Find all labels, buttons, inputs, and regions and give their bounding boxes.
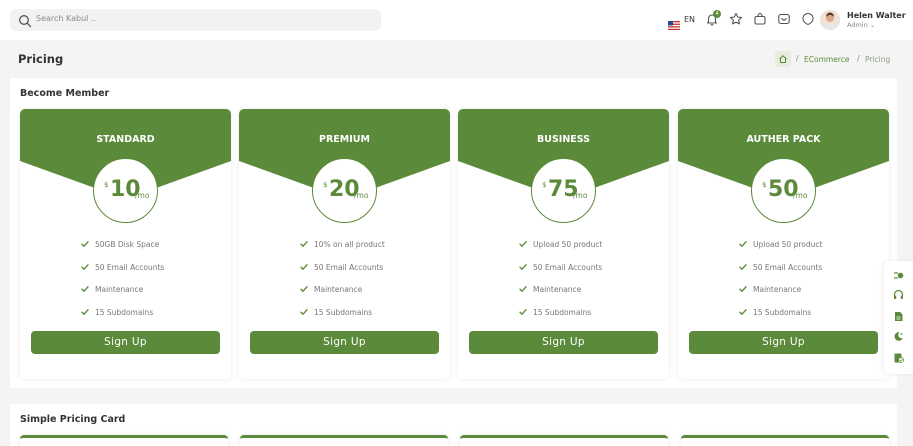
price-currency: $ <box>323 181 328 189</box>
page-title: Pricing <box>18 52 64 66</box>
user-role[interactable]: Admin ⌄ <box>847 21 875 29</box>
star-icon[interactable] <box>729 12 743 26</box>
pricing-card: AUTHER PACK $50/mo Upload 50 product 50 Ema… <box>678 109 889 379</box>
check-icon <box>519 308 527 316</box>
feature-label: 15 Subdomains <box>753 308 812 317</box>
us-flag-icon[interactable] <box>668 15 680 30</box>
price-badge: $50/mo <box>751 158 816 223</box>
feature-label: 50 Email Accounts <box>95 263 165 272</box>
clipboard-check-icon[interactable] <box>893 352 904 363</box>
top-header: Search Kabul .. EN 4 Helen Walter Admin … <box>0 0 913 40</box>
feature-label: 15 Subdomains <box>533 308 592 317</box>
price-period: /mo <box>793 191 808 200</box>
headphones-icon[interactable] <box>893 289 904 300</box>
search-placeholder: Search Kabul .. <box>36 14 97 23</box>
breadcrumb-ecommerce[interactable]: ECommerce <box>804 55 849 64</box>
section-title: Simple Pricing Card <box>20 414 126 425</box>
plan-name: PREMIUM <box>319 134 370 145</box>
feature-label: 50 Email Accounts <box>314 263 384 272</box>
price-badge: $10/mo <box>93 158 158 223</box>
breadcrumb-home[interactable] <box>775 51 791 67</box>
price-currency: $ <box>542 181 547 189</box>
breadcrumb-current: Pricing <box>865 55 891 64</box>
feature-label: Maintenance <box>753 285 802 294</box>
check-icon <box>81 240 89 248</box>
section-title: Become Member <box>20 88 110 99</box>
floating-toolbar <box>884 261 913 374</box>
sign-up-button[interactable]: Sign Up <box>469 331 658 354</box>
document-icon[interactable] <box>893 311 904 322</box>
check-icon <box>81 263 89 271</box>
sign-up-button[interactable]: Sign Up <box>689 331 878 354</box>
search-icon <box>18 13 32 28</box>
home-icon <box>779 55 787 63</box>
check-icon <box>739 240 747 248</box>
pricing-card: PREMIUM $20/mo 10% on all product 50 Email … <box>239 109 450 379</box>
sign-up-button[interactable]: Sign Up <box>250 331 439 354</box>
feature-label: 50 Email Accounts <box>753 263 823 272</box>
check-icon <box>739 263 747 271</box>
search-input[interactable]: Search Kabul .. <box>10 9 381 31</box>
check-icon <box>81 308 89 316</box>
plan-name: STANDARD <box>96 134 155 145</box>
moon-star-icon[interactable] <box>893 331 904 342</box>
feature-label: 10% on all product <box>314 240 385 249</box>
check-icon <box>519 240 527 248</box>
price-badge: $20/mo <box>312 158 377 223</box>
plan-name: BUSINESS <box>536 134 591 145</box>
breadcrumb-separator: / <box>857 54 860 63</box>
shopping-bag-icon[interactable] <box>753 12 767 26</box>
price-badge: $75/mo <box>531 158 596 223</box>
check-icon <box>519 285 527 293</box>
feature-label: Maintenance <box>95 285 144 294</box>
user-role-label: Admin <box>847 21 868 29</box>
feature-label: 50GB Disk Space <box>95 240 160 249</box>
sign-up-button[interactable]: Sign Up <box>31 331 220 354</box>
check-icon <box>300 308 308 316</box>
feature-label: Upload 50 product <box>533 240 603 249</box>
feature-label: Maintenance <box>314 285 363 294</box>
check-icon <box>739 308 747 316</box>
feature-label: 50 Email Accounts <box>533 263 603 272</box>
avatar[interactable] <box>820 10 840 30</box>
check-icon <box>519 263 527 271</box>
become-member-section: Become Member STANDARD $10/mo 50GB Disk Sp… <box>10 78 897 388</box>
price-period: /mo <box>573 191 588 200</box>
check-icon <box>300 240 308 248</box>
check-icon <box>300 263 308 271</box>
message-icon[interactable] <box>777 12 791 26</box>
plan-name: AUTHER PACK <box>746 134 821 145</box>
price-period: /mo <box>135 191 150 200</box>
price-currency: $ <box>762 181 767 189</box>
simple-pricing-card <box>681 435 889 446</box>
price-period: /mo <box>354 191 369 200</box>
check-icon <box>81 285 89 293</box>
simple-pricing-section: Simple Pricing Card <box>10 404 897 446</box>
moon-icon[interactable] <box>801 12 815 26</box>
simple-pricing-card <box>460 435 668 446</box>
feature-label: 15 Subdomains <box>314 308 373 317</box>
feature-label: Maintenance <box>533 285 582 294</box>
simple-pricing-card <box>240 435 448 446</box>
language-selector[interactable]: EN <box>684 15 695 24</box>
pricing-card: BUSINESS $75/mo Upload 50 product 50 Email … <box>458 109 669 379</box>
user-name[interactable]: Helen Walter <box>847 11 906 20</box>
feature-label: Upload 50 product <box>753 240 823 249</box>
check-icon <box>300 285 308 293</box>
notification-badge: 4 <box>713 10 721 18</box>
feature-label: 15 Subdomains <box>95 308 154 317</box>
check-icon <box>739 285 747 293</box>
pricing-card: STANDARD $10/mo 50GB Disk Space 50 Email Ac… <box>20 109 231 379</box>
breadcrumb-separator: / <box>796 54 799 63</box>
simple-pricing-card <box>20 435 228 446</box>
settings-toggle-icon[interactable] <box>893 270 904 281</box>
chevron-down-icon: ⌄ <box>869 21 876 29</box>
price-currency: $ <box>104 181 109 189</box>
